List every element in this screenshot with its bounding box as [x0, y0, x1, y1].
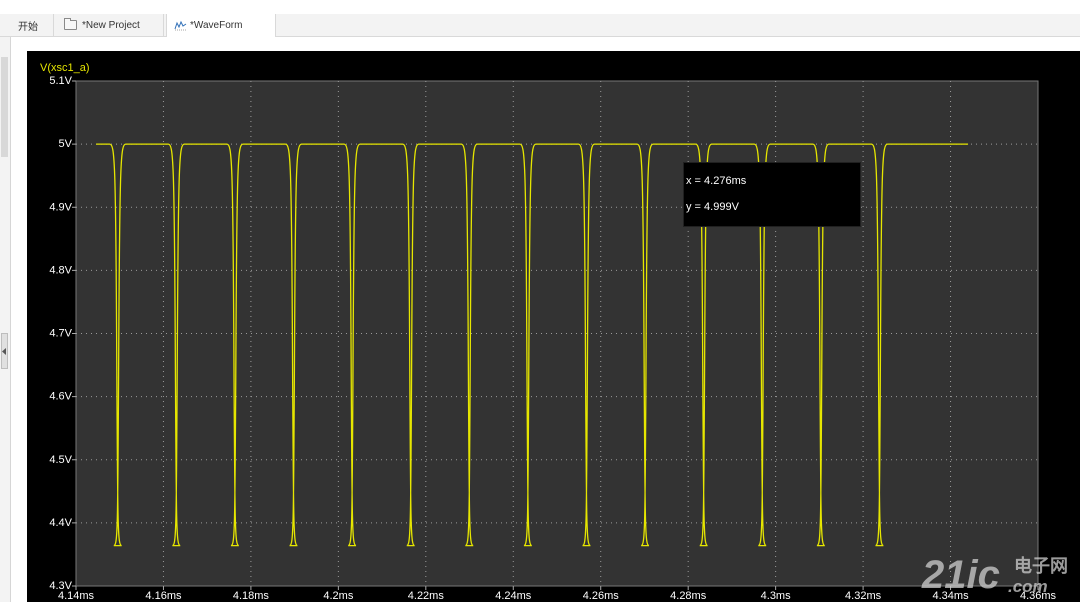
y-tick-label: 4.3V	[49, 580, 72, 592]
readout-y: y = 4.999V	[686, 201, 739, 213]
y-tick-label: 4.8V	[49, 264, 72, 276]
y-axis-title: V(xsc1_a)	[40, 62, 90, 74]
site-watermark: 21ic 电子网 .com	[921, 553, 1068, 597]
waveform-canvas[interactable]: 4.14ms 4.16ms 4.18ms 4.2ms 4.22ms 4.24ms 4.26m…	[27, 51, 1080, 602]
y-tick-label: 4.5V	[49, 454, 72, 466]
y-tick-label: 5V	[59, 138, 73, 150]
x-tick-label: 4.28ms	[670, 590, 707, 602]
x-tick-label: 4.22ms	[408, 590, 445, 602]
left-panel-strip	[0, 37, 11, 602]
svg-text:电子网: 电子网	[1014, 555, 1068, 577]
y-tick-label: 4.4V	[49, 517, 72, 529]
x-tick-label: 4.2ms	[323, 590, 353, 602]
waveform-plot[interactable]: 4.14ms 4.16ms 4.18ms 4.2ms 4.22ms 4.24ms 4.26m…	[27, 51, 1080, 602]
y-tick-label: 4.9V	[49, 201, 72, 213]
readout-x: x = 4.276ms	[686, 175, 747, 187]
tab-start-label: 开始	[18, 21, 38, 33]
x-tick-label: 4.3ms	[761, 590, 791, 602]
y-tick-label: 4.7V	[49, 328, 72, 340]
x-tick-label: 4.16ms	[145, 590, 182, 602]
folder-icon	[64, 18, 77, 30]
x-tick-label: 4.18ms	[233, 590, 270, 602]
cursor-readout: x = 4.276ms y = 4.999V	[683, 162, 861, 227]
tab-bar: 开始 *New Project *WaveForm	[0, 14, 1080, 37]
x-tick-label: 4.32ms	[845, 590, 882, 602]
tab-start[interactable]: 开始	[10, 14, 54, 36]
svg-text:.com: .com	[1008, 577, 1048, 596]
side-scrollbar[interactable]	[1, 57, 8, 157]
tab-waveform-label: *WaveForm	[190, 20, 243, 31]
app-window: 开始 *New Project *WaveForm 4.14ms 4.16ms 4.…	[0, 0, 1080, 602]
svg-text:21ic: 21ic	[921, 553, 1000, 597]
chevron-left-icon	[2, 347, 6, 355]
tab-new-project-label: *New Project	[82, 19, 140, 31]
waveform-icon	[174, 20, 187, 31]
x-tick-label: 4.26ms	[583, 590, 620, 602]
tab-waveform[interactable]: *WaveForm	[166, 14, 276, 37]
x-tick-label: 4.24ms	[495, 590, 532, 602]
y-tick-label: 5.1V	[49, 75, 72, 87]
y-tick-label: 4.6V	[49, 391, 72, 403]
tab-new-project[interactable]: *New Project	[56, 14, 164, 36]
collapse-panel-handle[interactable]	[1, 333, 8, 369]
